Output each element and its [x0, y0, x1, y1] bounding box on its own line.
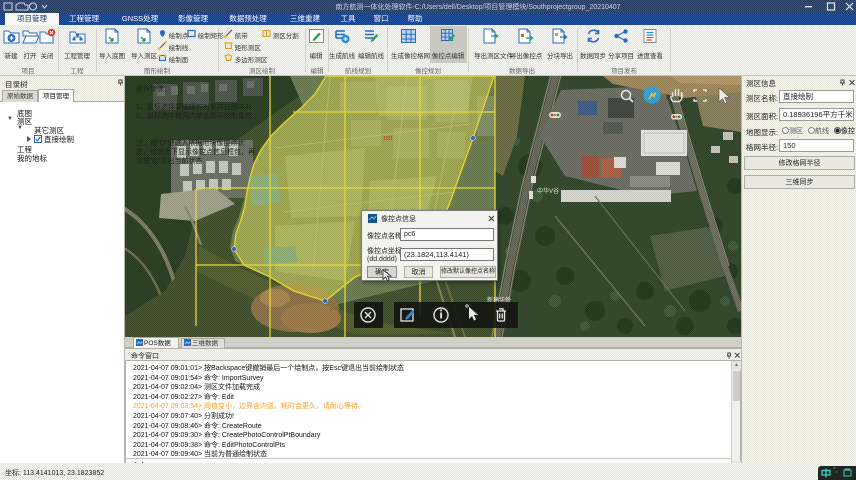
svg-text:中华V谷: 中华V谷	[537, 187, 559, 195]
svg-text:pc5: pc5	[478, 137, 488, 143]
svg-text:pc6: pc6	[330, 306, 340, 312]
svg-text:150: 150	[383, 136, 392, 142]
